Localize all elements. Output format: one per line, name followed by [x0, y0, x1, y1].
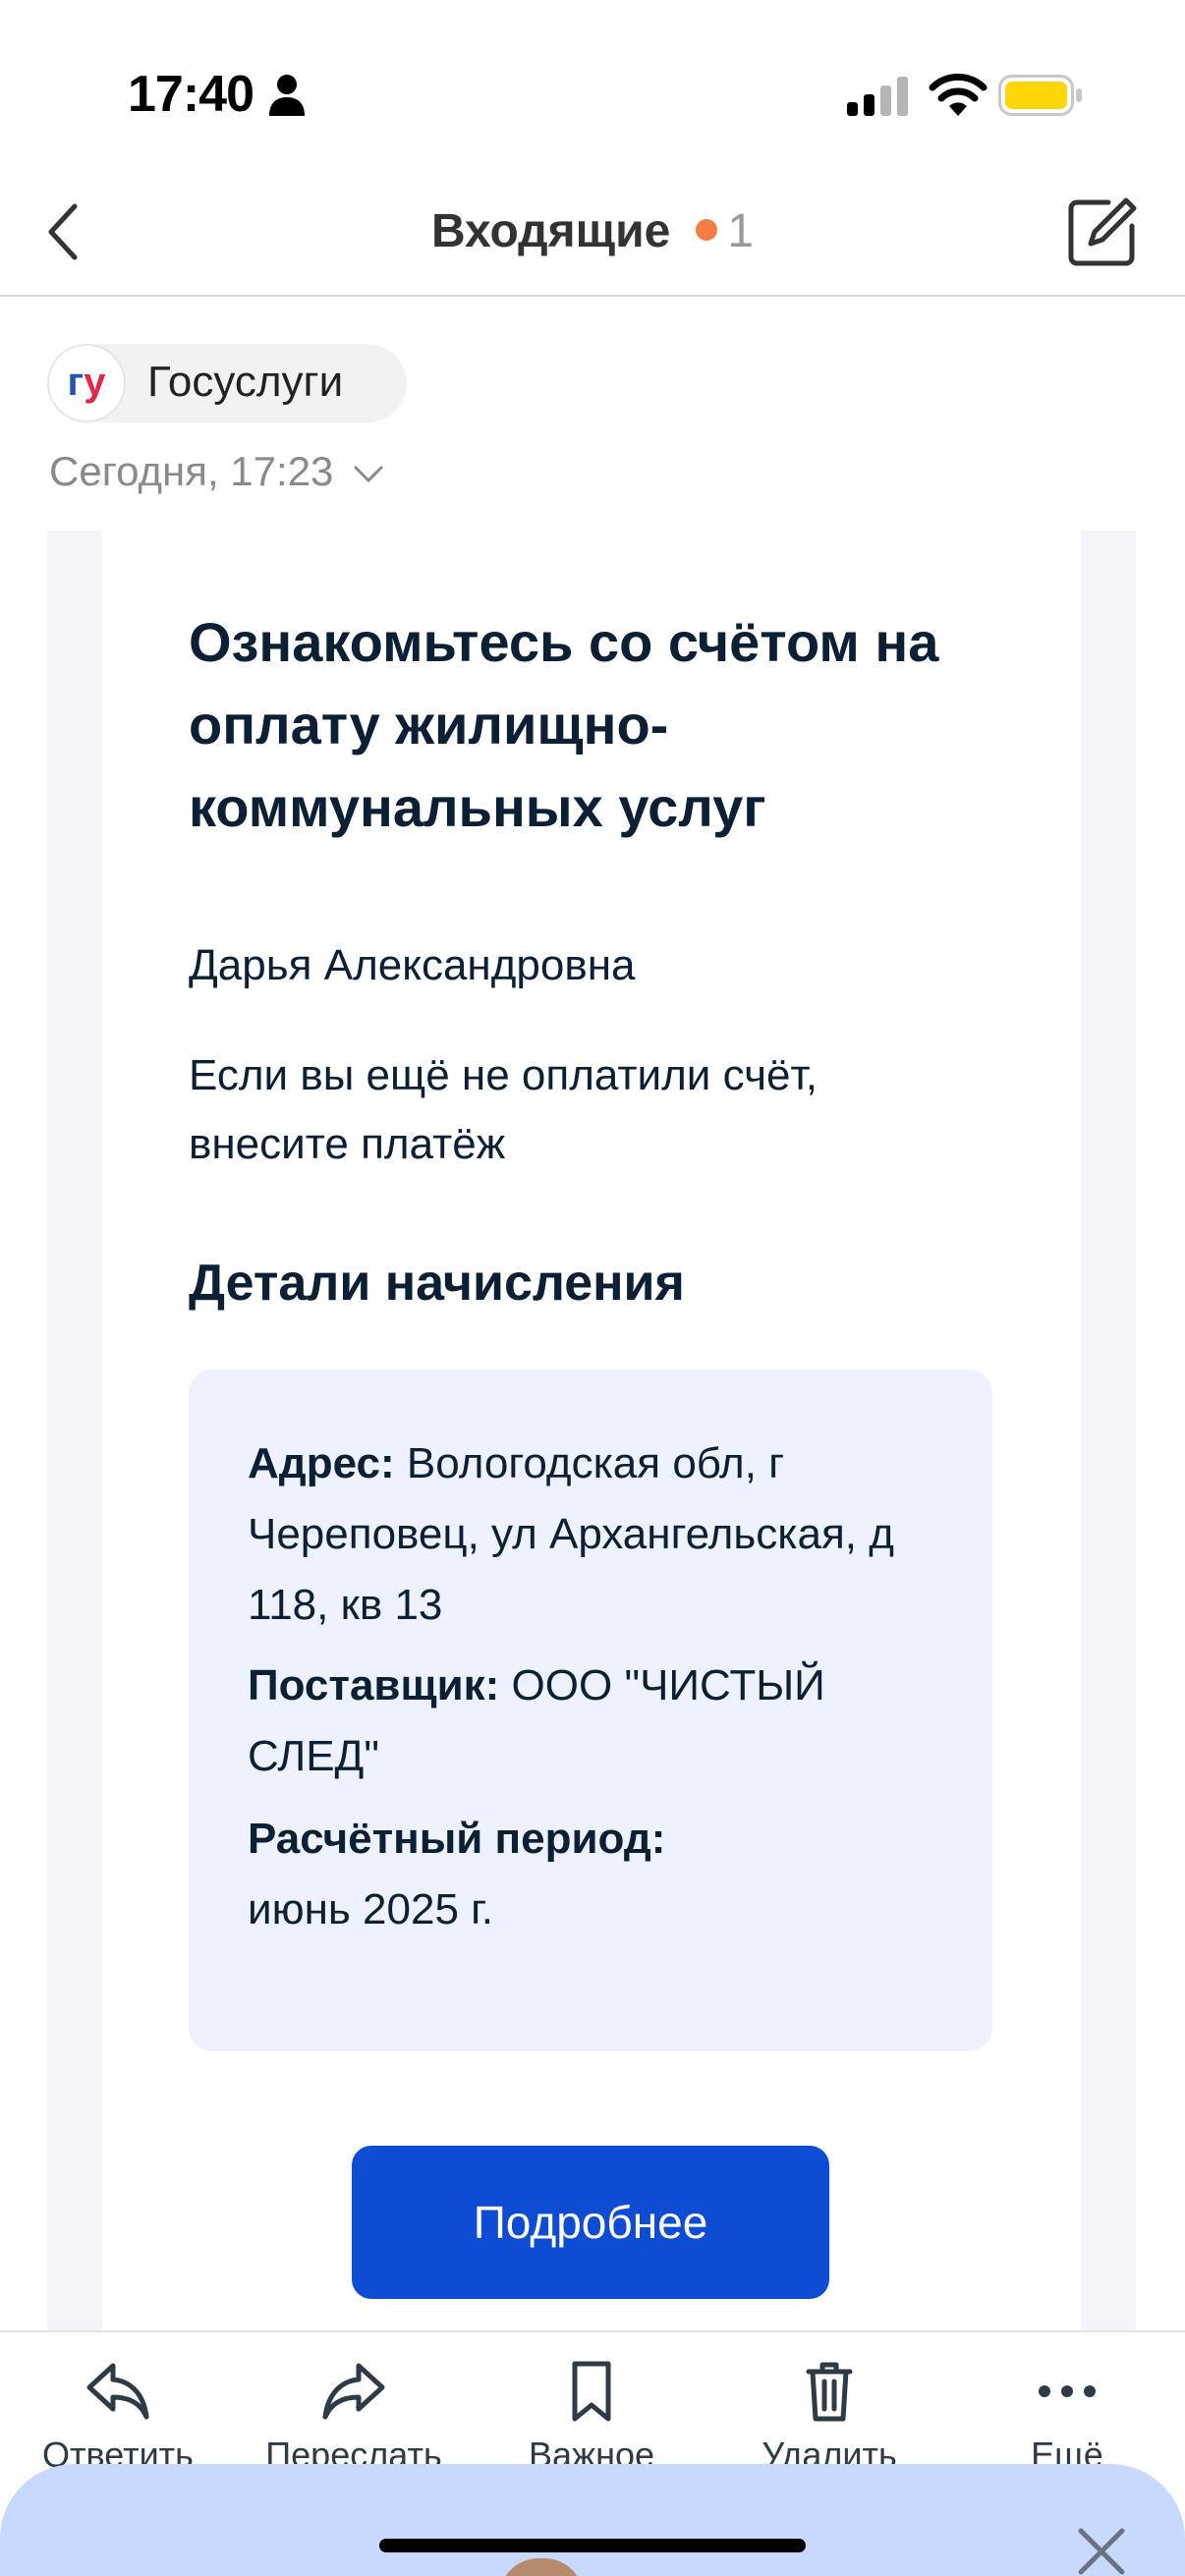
delete-button[interactable]: Удалить [711, 2360, 947, 2476]
unread-dot [696, 219, 718, 242]
page-title: Входящие [430, 205, 671, 257]
avatar-letter-u: у [84, 361, 106, 404]
close-icon[interactable] [1075, 2525, 1128, 2576]
reply-icon [86, 2363, 149, 2420]
nav-title-wrap: Входящие 1 [0, 204, 1185, 258]
bottom-sheet[interactable] [0, 2464, 1185, 2576]
important-button[interactable]: Важное [474, 2360, 709, 2476]
detail-address: Адрес: Вологодская обл, г Череповец, ул … [248, 1428, 935, 1641]
period-label: Расчётный период: [248, 1815, 666, 1863]
more-icon [1039, 2385, 1096, 2397]
email-heading: Ознакомьтесь со счётом на оплату жилищно… [189, 611, 939, 838]
status-bar: 17:40 [0, 0, 1185, 187]
more-details-button[interactable]: Подробнее [352, 2146, 829, 2299]
more-button[interactable]: Ещё [949, 2360, 1185, 2476]
detail-supplier: Поставщик: ООО "ЧИСТЫЙ СЛЕД" [248, 1651, 935, 1792]
mail-toolbar: Ответить Переслать Важное Удалить Ещё [0, 2330, 1185, 2478]
supplier-label: Поставщик: [248, 1661, 500, 1709]
wifi-icon [929, 73, 988, 116]
compose-icon[interactable] [1067, 196, 1138, 267]
bookmark-icon [572, 2361, 611, 2422]
trash-icon [806, 2362, 853, 2422]
mail-date[interactable]: Сегодня, 17:23 [49, 448, 384, 495]
forward-button[interactable]: Переслать [236, 2360, 472, 2476]
mail-date-text: Сегодня, 17:23 [49, 448, 334, 494]
home-indicator[interactable] [379, 2539, 806, 2552]
unread-count: 1 [727, 205, 755, 257]
nav-header: Входящие 1 [0, 177, 1185, 297]
battery-icon [998, 75, 1082, 116]
email-greeting: Дарья Александровна [189, 941, 636, 989]
sender-chip[interactable]: гу Госуслуги [47, 344, 407, 422]
reply-button[interactable]: Ответить [0, 2360, 236, 2476]
person-icon [269, 75, 305, 116]
detail-period: Расчётный период: июнь 2025 г. [248, 1804, 935, 1945]
address-label: Адрес: [248, 1439, 395, 1487]
period-value: июнь 2025 г. [248, 1885, 494, 1933]
sender-name: Госуслуги [147, 358, 344, 406]
sender-avatar: гу [47, 344, 126, 422]
email-notice: Если вы ещё не оплатили счёт, внесите пл… [189, 1051, 818, 1168]
forward-icon [322, 2363, 385, 2420]
details-box: Адрес: Вологодская обл, г Череповец, ул … [189, 1370, 992, 2051]
chevron-down-icon [354, 466, 383, 483]
avatar-letter-g: г [67, 361, 85, 404]
signal-icon [847, 77, 908, 116]
details-title: Детали начисления [189, 1255, 685, 1312]
status-time: 17:40 [128, 66, 254, 123]
